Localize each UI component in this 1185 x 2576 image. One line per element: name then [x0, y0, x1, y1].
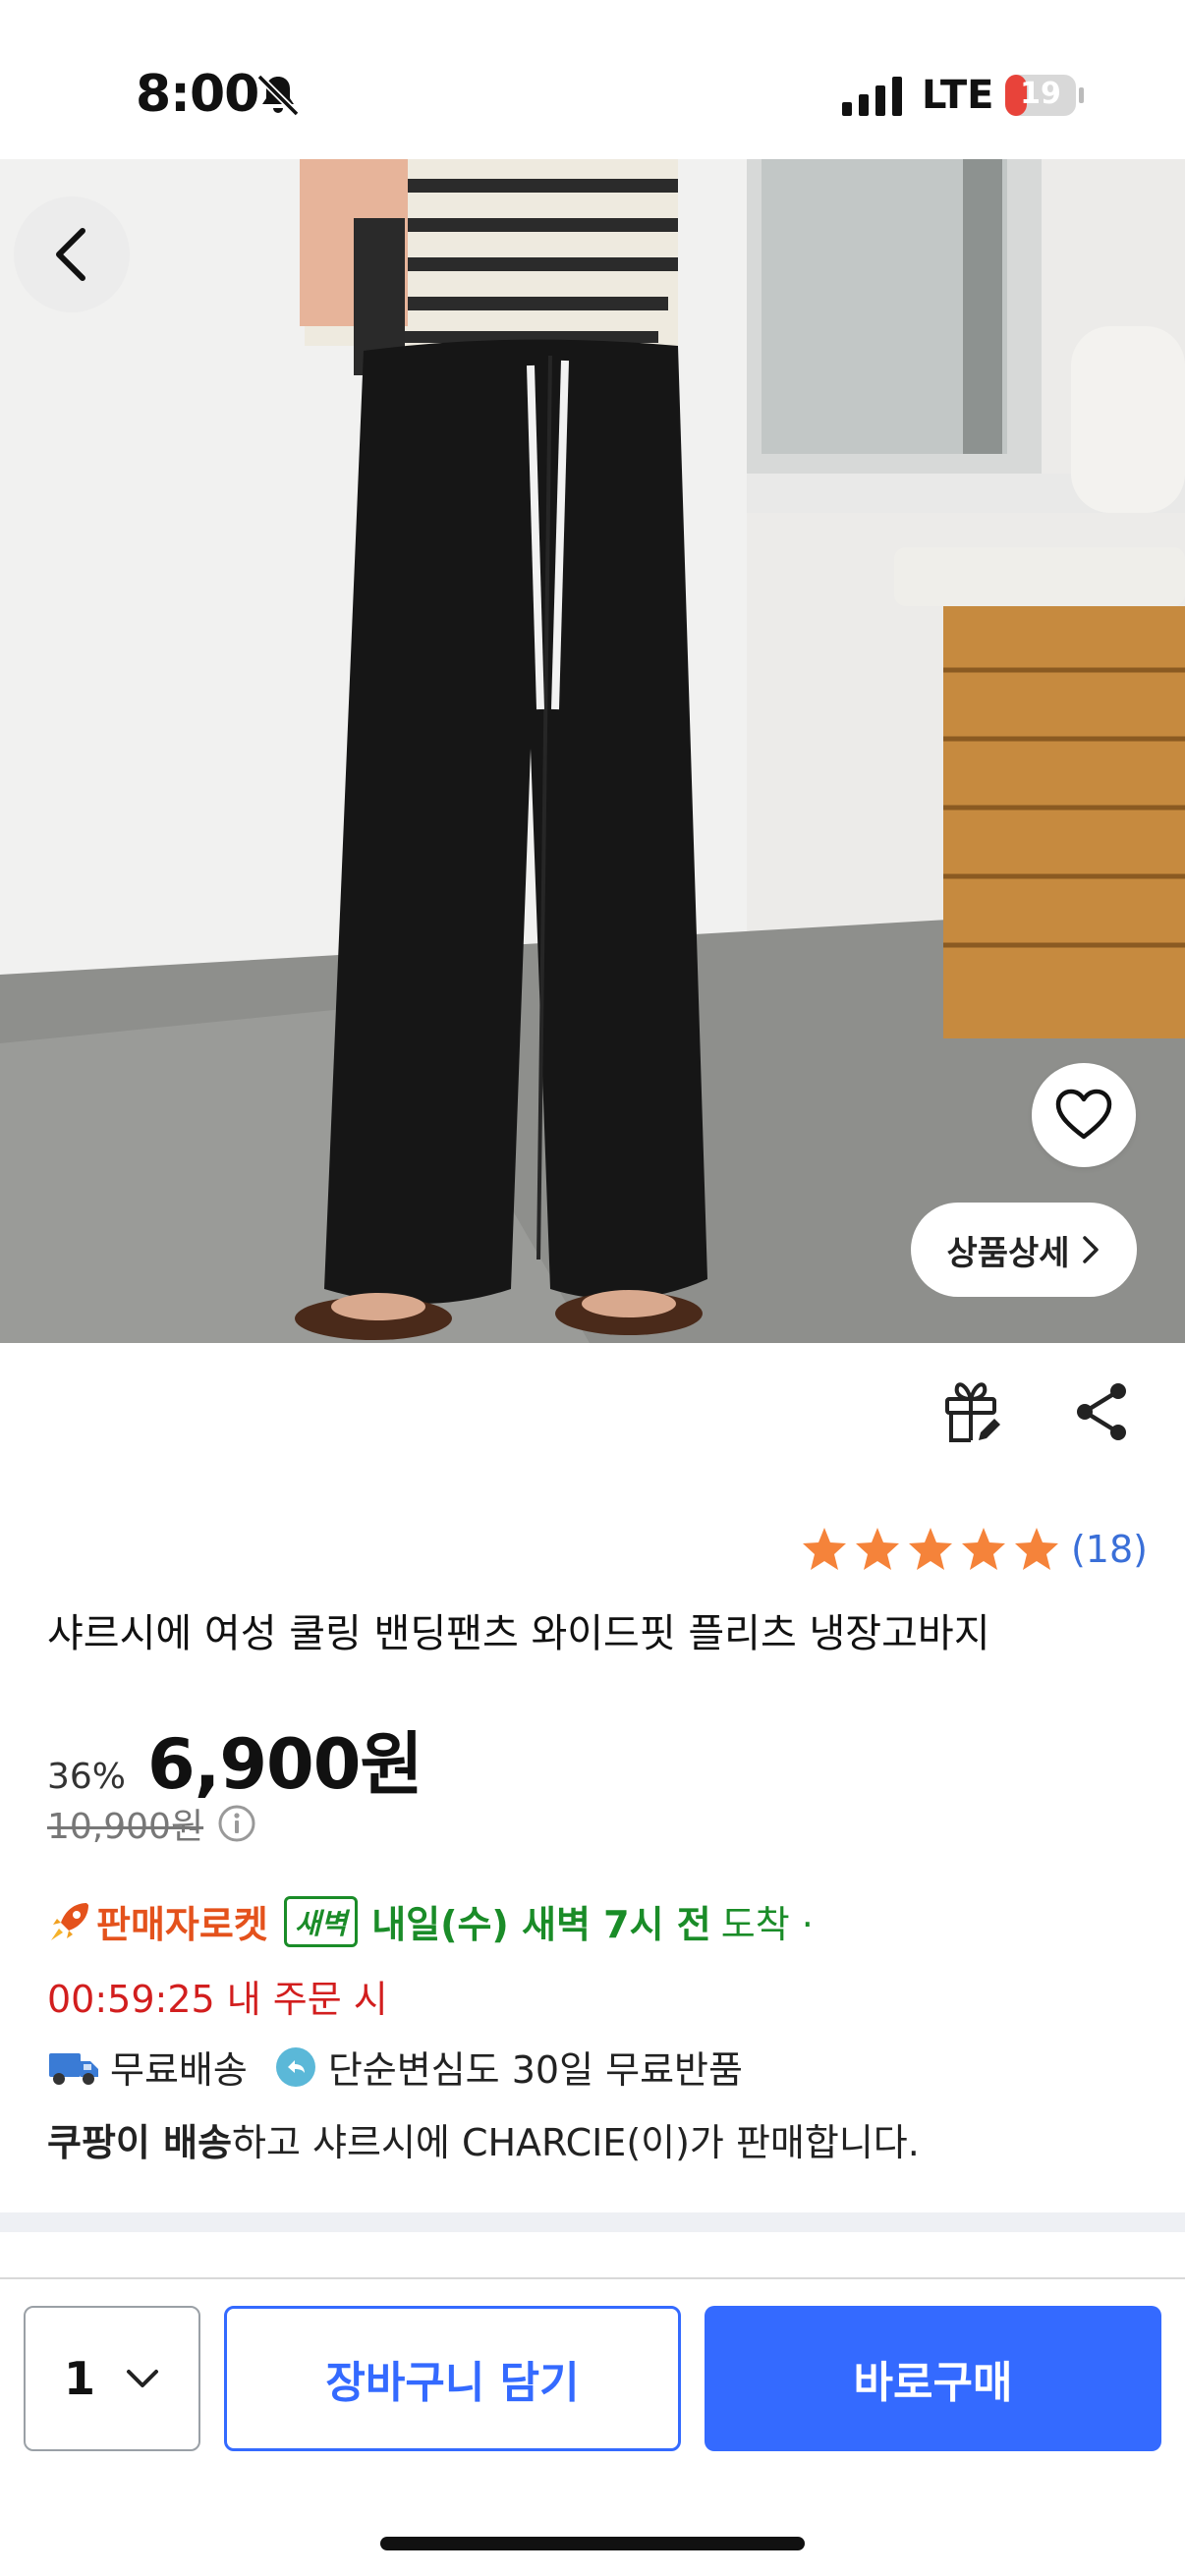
shipping-benefits: 무료배송 단순변심도 30일 무료반품: [47, 2040, 743, 2094]
arrival-time: 내일(수) 새벽 7시 전: [371, 1903, 711, 1946]
sale-price: 6,900원: [147, 1724, 423, 1805]
home-indicator[interactable]: [380, 2537, 805, 2550]
review-count[interactable]: (18): [1071, 1528, 1148, 1571]
free-shipping-label: 무료배송: [110, 2048, 248, 2092]
product-photo: [0, 159, 1185, 1343]
quantity-select[interactable]: 1: [24, 2306, 200, 2451]
section-divider: [0, 2212, 1185, 2232]
network-type: LTE: [922, 73, 994, 118]
return-icon: [275, 2046, 315, 2087]
free-return-label: 단순변심도 30일 무료반품: [327, 2048, 743, 2092]
product-title: 샤르시에 여성 쿨링 밴딩팬츠 와이드핏 플리츠 냉장고바지: [47, 1611, 990, 1656]
rocket-icon: [51, 1902, 88, 1940]
product-image[interactable]: 상품상세: [0, 159, 1185, 1343]
star-icon: [908, 1528, 952, 1570]
wishlist-button[interactable]: [1032, 1063, 1136, 1167]
delivery-info: 판매자로켓 새벽 내일(수) 새벽 7시 전 도착 ·: [47, 1894, 814, 1948]
product-actions: [0, 1377, 1185, 1456]
chevron-left-icon: [56, 228, 85, 281]
arrival-suffix: 도착 ·: [720, 1903, 814, 1946]
seller-rest: 하고 샤르시에 CHARCIE(이)가 판매합니다.: [232, 2121, 920, 2164]
info-icon[interactable]: [217, 1804, 256, 1843]
dawn-badge: 새벽: [283, 1895, 359, 1947]
seller-bold: 쿠팡이 배송: [47, 2121, 233, 2164]
seller-rocket-label: 판매자로켓: [96, 1903, 268, 1946]
original-price-row: 10,900원: [47, 1798, 256, 1849]
bell-muted-icon: [256, 74, 300, 117]
star-icon: [855, 1528, 899, 1570]
product-detail-button[interactable]: 상품상세: [911, 1203, 1137, 1297]
signal-icon: [842, 77, 902, 116]
chevron-down-icon: [127, 2370, 158, 2387]
battery-level: 19: [1020, 77, 1061, 111]
product-detail-label: 상품상세: [946, 1233, 1070, 1273]
price-row: 36% 6,900원: [47, 1709, 423, 1809]
star-icon: [961, 1528, 1005, 1570]
share-icon[interactable]: [1073, 1381, 1132, 1442]
quantity-value: 1: [63, 2352, 95, 2405]
buy-now-button[interactable]: 바로구매: [705, 2306, 1161, 2451]
chevron-right-icon: [1082, 1236, 1099, 1263]
add-to-cart-button[interactable]: 장바구니 담기: [224, 2306, 681, 2451]
truck-icon: [49, 2052, 98, 2085]
star-icon: [802, 1528, 846, 1570]
star-icon: [1014, 1528, 1058, 1570]
status-bar: 8:00 LTE 19: [0, 0, 1185, 159]
back-button[interactable]: [14, 196, 130, 312]
bottom-bar-divider: [0, 2277, 1185, 2279]
product-rating[interactable]: (18): [800, 1525, 1148, 1574]
discount-rate: 36%: [47, 1757, 127, 1797]
seller-info: 쿠팡이 배송하고 샤르시에 CHARCIE(이)가 판매합니다.: [47, 2112, 920, 2166]
order-countdown: 00:59:25 내 주문 시: [47, 1978, 388, 2021]
original-price: 10,900원: [47, 1807, 204, 1847]
gift-icon[interactable]: [941, 1377, 1004, 1446]
battery-icon: 19: [1004, 73, 1085, 118]
status-time: 8:00: [136, 65, 259, 124]
heart-icon: [1055, 1089, 1112, 1140]
